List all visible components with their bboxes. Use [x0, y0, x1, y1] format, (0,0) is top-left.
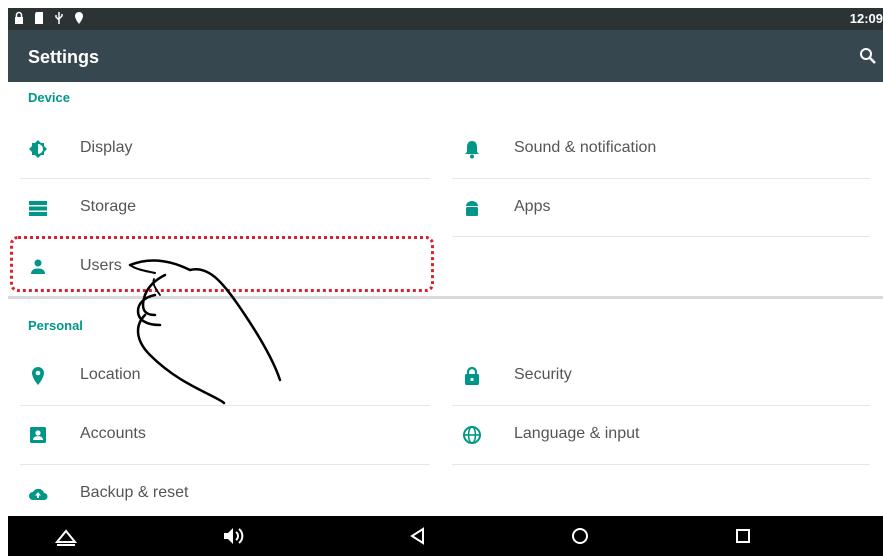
hand-pointer-icon	[128, 259, 282, 405]
divider	[452, 464, 870, 465]
location-icon	[32, 367, 44, 385]
settings-item-label: Apps	[514, 198, 551, 215]
status-bar: 12:09	[8, 8, 883, 30]
settings-item-label: Backup & reset	[80, 484, 189, 501]
settings-item-label: Security	[514, 366, 572, 383]
clock: 12:09	[849, 11, 883, 26]
settings-item-apps[interactable]: Apps	[462, 179, 862, 237]
settings-item-sound[interactable]: Sound & notification	[462, 120, 862, 178]
settings-item-display[interactable]: Display	[28, 120, 428, 178]
lock-icon	[465, 366, 479, 385]
bell-icon	[465, 141, 479, 159]
settings-item-storage[interactable]: Storage	[28, 179, 428, 237]
volume-icon[interactable]	[220, 524, 244, 548]
usb-icon	[55, 12, 63, 24]
settings-item-security[interactable]: Security	[462, 347, 862, 405]
android-icon	[466, 201, 478, 216]
settings-item-accounts[interactable]: Accounts	[28, 406, 428, 464]
cloud-upload-icon	[29, 488, 48, 500]
status-icons	[14, 11, 84, 25]
settings-item-language[interactable]: Language & input	[462, 406, 862, 464]
divider	[452, 236, 870, 237]
recents-icon[interactable]	[731, 524, 755, 548]
settings-item-label: Sound & notification	[514, 139, 657, 156]
settings-item-backup[interactable]: Backup & reset	[28, 465, 428, 523]
search-icon[interactable]	[859, 47, 877, 65]
home-circle-icon[interactable]	[568, 524, 592, 548]
settings-item-label: Language & input	[514, 425, 640, 442]
settings-item-label: Display	[80, 139, 133, 156]
page-title: Settings	[28, 47, 100, 67]
storage-icon	[29, 201, 47, 216]
section-header-personal: Personal	[28, 318, 83, 333]
account-box-icon	[30, 427, 46, 443]
settings-item-label: Accounts	[80, 425, 146, 442]
lock-icon	[15, 11, 23, 24]
navigation-bar	[8, 516, 883, 556]
back-icon[interactable]	[406, 524, 430, 548]
sd-card-icon	[35, 12, 43, 24]
home-triangle-icon[interactable]	[54, 524, 78, 548]
location-pin-icon	[75, 12, 83, 24]
section-header-device: Device	[28, 90, 70, 105]
settings-item-label: Storage	[80, 198, 137, 215]
brightness-icon	[29, 140, 47, 158]
app-bar: Settings	[8, 30, 883, 82]
globe-icon	[463, 426, 481, 444]
